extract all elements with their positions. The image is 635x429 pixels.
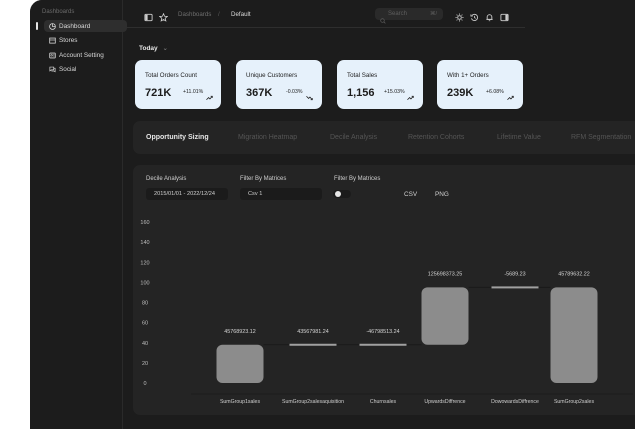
sidebar-item-label: Social xyxy=(59,65,77,73)
kpi-value: 721K xyxy=(145,87,172,99)
sidebar-item-stores[interactable]: Stores xyxy=(44,34,127,46)
pie-chart-icon xyxy=(49,22,56,30)
x-tick-label: Churnsales xyxy=(370,399,397,405)
kpi-delta: +11.01% xyxy=(183,89,204,95)
kpi-delta: +6.08% xyxy=(486,89,504,95)
tab-migration-heatmap[interactable]: Migration Heatmap xyxy=(238,134,297,141)
bar-value-label: -46798513.24 xyxy=(366,329,399,335)
star-icon[interactable] xyxy=(158,9,169,22)
kpi-label: Total Orders Count xyxy=(145,72,197,79)
kpi-value: 367K xyxy=(246,87,273,99)
active-indicator xyxy=(36,22,38,30)
kpi-label: With 1+ Orders xyxy=(447,72,489,79)
x-tick-label: SumGroup1sales xyxy=(220,399,260,405)
y-tick-label: 0 xyxy=(143,381,146,387)
sidebar-item-label: Stores xyxy=(59,36,78,44)
search-placeholder: Search xyxy=(388,11,408,17)
period-selector[interactable]: Today ⌄ xyxy=(139,44,168,52)
x-tick-label: SumGroup2sales xyxy=(554,399,594,405)
tab-opportunity-sizing[interactable]: Opportunity Sizing xyxy=(146,134,209,141)
top-bar-divider xyxy=(123,27,525,28)
search-input[interactable]: Search ⌘/ xyxy=(375,8,443,24)
sun-icon[interactable] xyxy=(455,9,464,22)
kpi-value: 239K xyxy=(447,87,474,99)
breadcrumb-root[interactable]: Dashboards xyxy=(178,11,211,18)
tab-retention-cohorts[interactable]: Retention Cohorts xyxy=(408,134,464,141)
kpi-card-unique-customers: Unique Customers 367K -0.03% xyxy=(236,60,322,109)
trend-down-icon xyxy=(306,88,313,106)
id-card-icon xyxy=(49,52,56,59)
kpi-label: Unique Customers xyxy=(246,72,298,79)
kpi-card-total-orders: Total Orders Count 721K +11.01% xyxy=(135,60,221,109)
bar-value-label: 45789632.22 xyxy=(558,271,589,277)
x-tick-label: SumGroup2salesaquisition xyxy=(282,399,344,405)
sidebar-item-label: Dashboard xyxy=(59,22,91,30)
waterfall-bar xyxy=(421,287,469,345)
waterfall-bar xyxy=(359,343,407,346)
y-tick-label: 80 xyxy=(142,301,148,307)
sidebar: Dashboards Dashboard Stores Account Sett… xyxy=(30,0,127,429)
sidebar-item-label: Account Setting xyxy=(59,51,104,59)
kpi-delta: +15.03% xyxy=(384,89,405,95)
tab-lifetime-value[interactable]: Lifetime Value xyxy=(497,134,541,141)
y-tick-label: 20 xyxy=(142,361,148,367)
chevron-down-icon: ⌄ xyxy=(162,45,168,52)
top-bar: Dashboards / Default Search ⌘/ xyxy=(123,0,635,28)
y-tick-label: 120 xyxy=(140,260,149,266)
bar-value-label: 43567981.24 xyxy=(297,329,328,335)
chart-panel: Decile Analysis 2015/01/01 - 2022/12/24 … xyxy=(133,165,635,415)
waterfall-bar xyxy=(550,287,598,383)
waterfall-bar xyxy=(216,344,264,383)
breadcrumb-separator: / xyxy=(218,11,220,18)
bar-value-label: -5689.23 xyxy=(504,271,525,277)
tab-decile-analysis[interactable]: Decile Analysis xyxy=(330,134,377,141)
bar-value-label: 45768923.12 xyxy=(224,329,255,335)
sidebar-title: Dashboards xyxy=(42,9,75,15)
x-tick-label: DowowardsDiffrence xyxy=(491,399,539,405)
trend-up-icon xyxy=(507,88,514,106)
x-tick-label: UpwardsDiffrence xyxy=(424,399,465,405)
period-label: Today xyxy=(139,45,158,52)
app-window: Dashboards Dashboard Stores Account Sett… xyxy=(30,0,635,429)
sidebar-item-social[interactable]: Social xyxy=(44,63,127,75)
trend-up-icon xyxy=(407,88,414,106)
trend-up-icon xyxy=(206,88,213,106)
sidebar-toggle-icon[interactable] xyxy=(144,9,153,22)
panel-toggle-icon[interactable] xyxy=(500,9,509,22)
bar-value-label: 125698373.25 xyxy=(428,271,462,277)
kpi-value: 1,156 xyxy=(347,87,375,99)
y-tick-label: 60 xyxy=(142,321,148,327)
kpi-label: Total Sales xyxy=(347,72,378,79)
search-shortcut: ⌘/ xyxy=(429,11,437,17)
kpi-card-with-orders: With 1+ Orders 239K +6.08% xyxy=(437,60,523,109)
waterfall-chart: 0 20 40 60 80 100 120 140 160 45768923.12 SumGroup… xyxy=(140,220,633,405)
y-tick-label: 100 xyxy=(140,280,149,286)
sidebar-item-dashboard[interactable]: Dashboard xyxy=(44,20,127,32)
waterfall-bar xyxy=(289,343,337,346)
y-tick-label: 160 xyxy=(140,220,149,226)
sidebar-item-account-setting[interactable]: Account Setting xyxy=(44,49,127,61)
waterfall-bar xyxy=(491,286,539,289)
y-tick-label: 140 xyxy=(140,240,149,246)
kpi-delta: -0.03% xyxy=(286,89,303,95)
breadcrumb-current: Default xyxy=(231,11,251,18)
analysis-tabs: Opportunity Sizing Migration Heatmap Dec… xyxy=(133,121,635,154)
tab-rfm-segmentation[interactable]: RFM Segmentation xyxy=(571,134,631,141)
bell-icon[interactable] xyxy=(485,9,494,22)
y-tick-label: 40 xyxy=(142,341,148,347)
chat-icon xyxy=(49,66,56,73)
store-icon xyxy=(49,37,56,44)
kpi-card-total-sales: Total Sales 1,156 +15.03% xyxy=(337,60,423,109)
history-icon[interactable] xyxy=(470,9,479,22)
